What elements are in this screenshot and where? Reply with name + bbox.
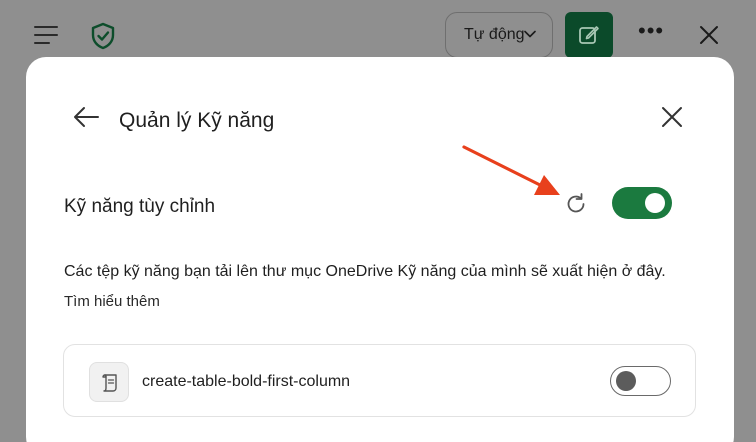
custom-skills-label: Kỹ năng tùy chỉnh (64, 196, 216, 217)
toggle-knob (616, 371, 636, 391)
chevron-down-icon (524, 30, 536, 38)
learn-more-link[interactable]: Tìm hiểu thêm (64, 293, 160, 310)
more-options-icon[interactable]: ••• (638, 20, 663, 44)
close-icon[interactable] (660, 105, 684, 129)
new-chat-button[interactable] (565, 12, 613, 58)
script-file-icon (89, 362, 129, 402)
custom-skills-toggle[interactable] (612, 187, 672, 219)
toggle-knob (645, 193, 665, 213)
skill-toggle[interactable] (610, 366, 671, 396)
menu-icon[interactable] (34, 26, 60, 44)
skill-list-item: create-table-bold-first-column (63, 344, 696, 417)
shield-check-icon[interactable] (90, 22, 116, 50)
back-arrow-icon[interactable] (72, 105, 100, 129)
dialog-title: Quản lý Kỹ năng (119, 109, 275, 132)
mode-dropdown-label: Tự động (464, 26, 525, 43)
mode-dropdown[interactable]: Tự động (445, 12, 553, 58)
annotation-arrow-icon (462, 145, 560, 195)
skills-description: Các tệp kỹ năng bạn tải lên thư mục OneD… (64, 263, 666, 280)
close-icon[interactable] (698, 24, 720, 46)
compose-icon (579, 26, 599, 44)
skill-name: create-table-bold-first-column (142, 373, 351, 390)
manage-skills-dialog: Quản lý Kỹ năng Kỹ năng tùy chỉnh Các tệ… (26, 57, 734, 442)
